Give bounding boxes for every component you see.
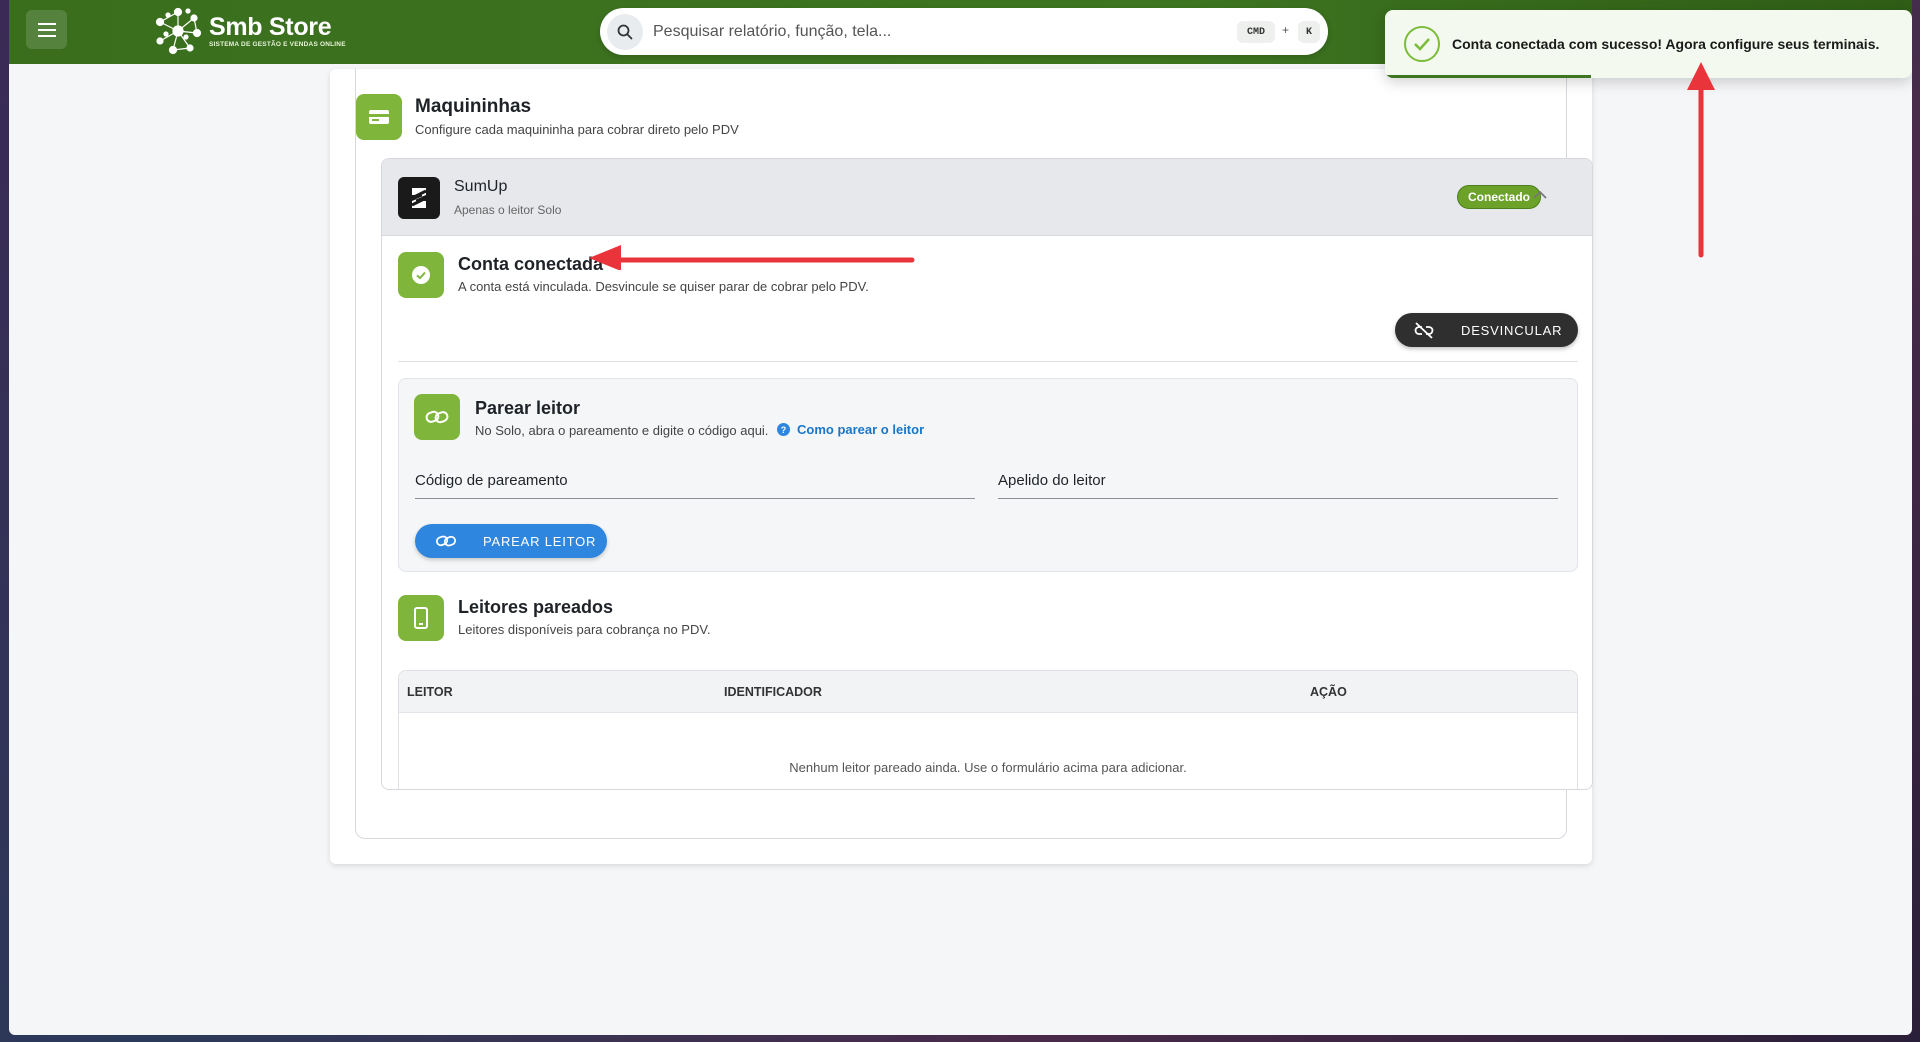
provider-sumup: SumUp Apenas o leitor Solo Conectado Con… <box>381 158 1593 790</box>
search-bar[interactable]: CMD + K <box>600 8 1328 55</box>
sumup-logo <box>398 177 440 219</box>
readers-description: Leitores disponíveis para cobrança no PD… <box>458 622 711 637</box>
search-icon[interactable] <box>607 13 643 50</box>
brand-name: Smb Store <box>209 13 332 41</box>
brand-tagline: SISTEMA DE GESTÃO E VENDAS ONLINE <box>209 41 346 48</box>
provider-name: SumUp <box>454 178 508 195</box>
column-header-leitor: LEITOR <box>407 685 453 699</box>
pair-reader-box: Parear leitor No Solo, abra o pareamento… <box>398 378 1578 572</box>
pair-description: No Solo, abra o pareamento e digite o có… <box>475 423 769 438</box>
pair-button-label: PAREAR LEITOR <box>483 533 597 549</box>
app-window: Smb Store SISTEMA DE GESTÃO E VENDAS ONL… <box>9 0 1912 1035</box>
section-subtitle: Configure cada maquininha para cobrar di… <box>415 122 739 137</box>
shortcut-key-k: K <box>1298 21 1320 43</box>
brand-logo[interactable]: Smb Store SISTEMA DE GESTÃO E VENDAS ONL… <box>153 6 346 56</box>
link-icon <box>435 535 457 547</box>
help-link[interactable]: ? Como parear o leitor <box>777 422 924 437</box>
pair-title: Parear leitor <box>475 398 581 418</box>
readers-title: Leitores pareados <box>458 597 614 617</box>
empty-state-message: Nenhum leitor pareado ainda. Use o formu… <box>789 760 1187 775</box>
column-header-acao: AÇÃO <box>1310 685 1347 699</box>
unlink-icon <box>1414 322 1434 339</box>
check-circle-icon <box>412 266 430 284</box>
search-input[interactable] <box>653 22 1213 41</box>
hamburger-icon <box>37 22 56 37</box>
link-icon <box>425 410 449 424</box>
readers-table: LEITOR IDENTIFICADOR AÇÃO Nenhum leitor … <box>398 670 1578 789</box>
unlink-button[interactable]: DESVINCULAR <box>1395 313 1578 347</box>
column-header-identificador: IDENTIFICADOR <box>724 685 822 699</box>
toast-message: Conta conectada com sucesso! Agora confi… <box>1452 36 1880 52</box>
credit-card-icon <box>369 110 389 124</box>
table-header: LEITOR IDENTIFICADOR AÇÃO <box>399 671 1577 713</box>
status-badge: Conectado <box>1457 185 1542 209</box>
reader-nickname-input[interactable] <box>998 498 1558 499</box>
pair-reader-button[interactable]: PAREAR LEITOR <box>415 524 607 558</box>
section-title: Maquininhas <box>415 96 532 117</box>
pair-icon-box <box>414 394 460 440</box>
divider <box>398 361 1578 362</box>
main-panel: Maquininhas Configure cada maquininha pa… <box>330 69 1593 864</box>
account-icon-box <box>398 252 444 298</box>
unlink-label: DESVINCULAR <box>1461 322 1563 338</box>
account-title: Conta conectada <box>458 254 604 274</box>
account-description: A conta está vinculada. Desvincule se qu… <box>458 279 869 294</box>
provider-description: Apenas o leitor Solo <box>454 203 562 217</box>
reader-nickname-label: Apelido do leitor <box>998 472 1106 489</box>
pairing-code-label: Código de pareamento <box>415 472 568 489</box>
shortcut-key-cmd: CMD <box>1237 21 1275 43</box>
help-link-label: Como parear o leitor <box>797 422 925 437</box>
menu-button[interactable] <box>26 10 67 49</box>
chevron-up-icon[interactable] <box>1532 189 1548 201</box>
check-circle-icon <box>1404 26 1440 62</box>
smartphone-icon <box>414 607 428 629</box>
maquininhas-card: Maquininhas Configure cada maquininha pa… <box>355 69 1593 839</box>
help-icon: ? <box>777 423 790 436</box>
annotation-arrow-left <box>589 245 915 270</box>
brand-network-icon <box>155 7 202 55</box>
toast-progress-bar <box>1385 75 1591 78</box>
shortcut-plus: + <box>1282 23 1290 37</box>
pairing-code-input[interactable] <box>415 498 975 499</box>
section-icon-box <box>356 94 402 140</box>
provider-header[interactable]: SumUp Apenas o leitor Solo Conectado <box>382 159 1592 236</box>
annotation-arrow-up <box>1687 62 1715 258</box>
readers-icon-box <box>398 595 444 641</box>
success-toast[interactable]: Conta conectada com sucesso! Agora confi… <box>1385 10 1912 78</box>
